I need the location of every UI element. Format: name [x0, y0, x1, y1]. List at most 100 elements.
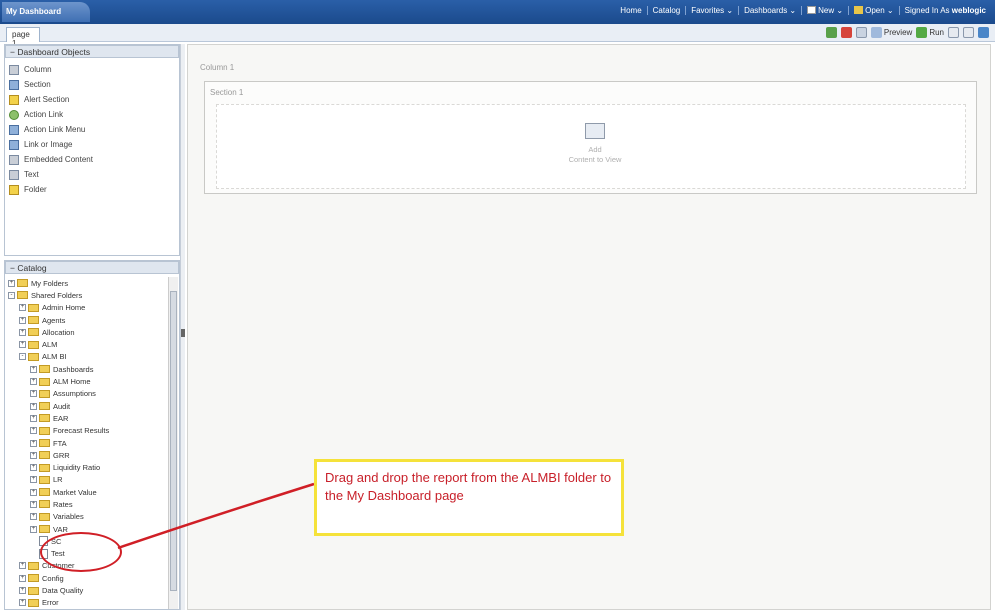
catalog-folder-item[interactable]: + Agents: [5, 314, 168, 326]
object-action-link-menu[interactable]: Action Link Menu: [9, 122, 175, 137]
catalog-folder-item[interactable]: + ALM Home: [5, 375, 168, 387]
expand-icon[interactable]: +: [30, 378, 37, 386]
expand-icon[interactable]: +: [19, 587, 26, 595]
catalog-folder-item[interactable]: + Dashboards: [5, 363, 168, 375]
catalog-folder-item[interactable]: + Liquidity Ratio: [5, 461, 168, 473]
catalog-folder-item[interactable]: + FTA: [5, 437, 168, 449]
expand-icon[interactable]: +: [19, 304, 26, 312]
expand-icon[interactable]: +: [30, 451, 37, 459]
section-container[interactable]: Section 1 Add Content to View: [204, 81, 977, 194]
catalog-folder-item[interactable]: + Market Value: [5, 486, 168, 498]
favorites-menu[interactable]: Favorites ⌄: [686, 6, 740, 15]
user-name[interactable]: weblogic: [952, 6, 986, 15]
collapse-icon[interactable]: -: [8, 291, 15, 299]
dashboard-title-tab[interactable]: My Dashboard: [2, 2, 90, 22]
expand-icon[interactable]: +: [30, 402, 37, 410]
folder-icon: [39, 451, 50, 460]
expand-icon[interactable]: +: [30, 439, 37, 447]
dashboards-menu[interactable]: Dashboards ⌄: [739, 6, 803, 15]
catalog-folder-item[interactable]: + LR: [5, 474, 168, 486]
catalog-folder-item[interactable]: + My Folders: [5, 277, 168, 289]
object-label: Section: [24, 80, 51, 89]
folder-icon: [17, 291, 28, 300]
preview-icon: [870, 27, 882, 38]
catalog-folder-item[interactable]: - ALM BI: [5, 351, 168, 363]
preview-label: Preview: [883, 28, 913, 37]
preview-button[interactable]: Preview: [870, 27, 913, 38]
catalog-folder-item[interactable]: + ALM: [5, 338, 168, 350]
catalog-header[interactable]: − Catalog: [5, 261, 179, 274]
new-menu[interactable]: New ⌄: [802, 6, 850, 15]
expand-icon[interactable]: +: [19, 316, 26, 324]
catalog-folder-item[interactable]: + Allocation: [5, 326, 168, 338]
object-text[interactable]: Text: [9, 167, 175, 182]
tree-item-label: ALM Home: [53, 377, 91, 387]
expand-icon[interactable]: +: [30, 488, 37, 496]
expand-icon[interactable]: +: [30, 513, 37, 521]
catalog-folder-item[interactable]: + Admin Home: [5, 302, 168, 314]
object-action-link[interactable]: Action Link: [9, 107, 175, 122]
run-button[interactable]: Run: [916, 27, 944, 38]
object-label: Action Link Menu: [24, 125, 86, 134]
properties-icon[interactable]: [855, 27, 867, 38]
save-icon[interactable]: [948, 27, 959, 38]
expand-icon[interactable]: +: [19, 328, 26, 336]
open-menu[interactable]: Open ⌄: [849, 6, 900, 15]
tree-item-label: Market Value: [53, 487, 97, 497]
dashboard-objects-header[interactable]: − Dashboard Objects: [5, 45, 179, 58]
object-folder[interactable]: Folder: [9, 182, 175, 197]
catalog-link[interactable]: Catalog: [648, 6, 687, 15]
catalog-folder-item[interactable]: + EAR: [5, 412, 168, 424]
expand-icon[interactable]: +: [30, 476, 37, 484]
folder-icon: [28, 598, 39, 607]
catalog-folder-item[interactable]: + Variables: [5, 511, 168, 523]
catalog-folder-item[interactable]: + Data Quality: [5, 584, 168, 596]
catalog-folder-item[interactable]: + Audit: [5, 400, 168, 412]
folder-icon: [28, 328, 39, 337]
expand-icon[interactable]: +: [19, 562, 26, 570]
catalog-scroll-thumb[interactable]: [170, 291, 177, 591]
object-embedded-content[interactable]: Embedded Content: [9, 152, 175, 167]
catalog-folder-item[interactable]: + Assumptions: [5, 388, 168, 400]
collapse-arrow-icon[interactable]: [181, 329, 185, 337]
expand-icon[interactable]: +: [19, 599, 26, 607]
help-icon[interactable]: [978, 27, 989, 38]
object-link-or-image[interactable]: Link or Image: [9, 137, 175, 152]
collapse-icon[interactable]: -: [19, 353, 26, 361]
catalog-folder-item[interactable]: + Config: [5, 572, 168, 584]
new-icon: [807, 6, 817, 14]
expand-icon[interactable]: +: [19, 574, 26, 582]
expand-icon[interactable]: +: [30, 390, 37, 398]
section-icon: [9, 79, 19, 90]
catalog-folder-item[interactable]: + Error: [5, 597, 168, 609]
tools-icon[interactable]: [963, 27, 974, 38]
text-icon: [9, 169, 19, 180]
folder-icon: [9, 184, 19, 195]
folder-icon: [39, 414, 50, 423]
expand-icon[interactable]: +: [30, 365, 37, 373]
catalog-folder-item[interactable]: + GRR: [5, 449, 168, 461]
home-link[interactable]: Home: [615, 6, 648, 15]
expand-icon[interactable]: +: [30, 427, 37, 435]
object-alert-section[interactable]: Alert Section: [9, 92, 175, 107]
object-section[interactable]: Section: [9, 77, 175, 92]
tree-item-label: VAR: [53, 524, 68, 534]
action-link-icon: [9, 109, 19, 120]
expand-icon[interactable]: +: [19, 341, 26, 349]
expand-icon[interactable]: +: [30, 525, 37, 533]
object-column[interactable]: Column: [9, 62, 175, 77]
expand-icon[interactable]: +: [30, 500, 37, 508]
pane-splitter[interactable]: [180, 44, 185, 610]
content-drop-zone[interactable]: Add Content to View: [216, 104, 966, 189]
expand-icon[interactable]: +: [8, 279, 15, 287]
expand-icon[interactable]: +: [30, 414, 37, 422]
delete-page-icon[interactable]: [840, 27, 852, 38]
add-page-icon[interactable]: [825, 27, 837, 38]
favorites-label: Favorites: [691, 6, 725, 15]
tab-page-1[interactable]: page 1: [6, 27, 40, 48]
catalog-folder-item[interactable]: + Forecast Results: [5, 425, 168, 437]
catalog-folder-item[interactable]: - Shared Folders: [5, 289, 168, 301]
catalog-folder-item[interactable]: + Rates: [5, 498, 168, 510]
expand-icon[interactable]: +: [30, 464, 37, 472]
catalog-scrollbar[interactable]: [168, 277, 178, 609]
